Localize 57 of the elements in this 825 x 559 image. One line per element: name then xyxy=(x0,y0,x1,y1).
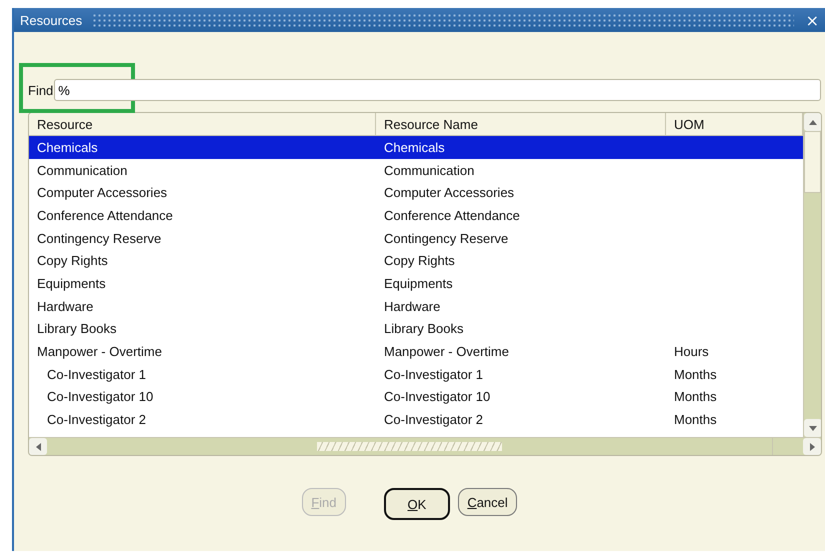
table-cell-text: Months xyxy=(673,412,718,428)
table-cell-text: Library Books xyxy=(36,321,118,336)
table-cell-text: Co-Investigator 10 xyxy=(46,389,154,404)
table-cell-text: Equipments xyxy=(383,276,454,291)
find-field[interactable]: % xyxy=(54,79,821,101)
table-cell-text: Chemicals xyxy=(36,140,99,155)
table-cell-text: Copy Rights xyxy=(36,253,109,268)
table-cell-text: Computer Accessories xyxy=(36,185,168,200)
table-row[interactable]: Manpower - Overtime Manpower - Overtime Hours xyxy=(29,340,803,363)
table-cell-text: Manpower - Overtime xyxy=(383,344,510,360)
scroll-down-icon[interactable] xyxy=(809,426,817,430)
table-row[interactable]: Equipments Equipments xyxy=(29,272,803,295)
table-row[interactable]: Conference Attendance Conference Attendance xyxy=(29,204,803,227)
scroll-left-icon[interactable] xyxy=(36,442,40,450)
table-row[interactable]: Co-Investigator 10 Co-Investigator 10 Months xyxy=(29,386,803,408)
close-button[interactable]: × xyxy=(804,10,821,30)
table-row[interactable]: Chemicals Chemicals xyxy=(29,136,803,159)
table-cell-text: Months xyxy=(673,389,718,404)
table-row[interactable]: Copy Rights Copy Rights xyxy=(29,249,803,272)
column-header[interactable]: Resource Name xyxy=(376,113,666,135)
scroll-right-icon[interactable] xyxy=(810,442,814,450)
window-title: Resources xyxy=(20,12,82,28)
table-cell-text: Co-Investigator 2 xyxy=(383,412,484,428)
table-cell-text: Co-Investigator 2 xyxy=(46,412,147,428)
table-cell-text: Conference Attendance xyxy=(36,208,174,223)
table-cell-text: Hardware xyxy=(383,298,442,314)
table-cell-text: Communication xyxy=(36,162,128,178)
table-cell-text: Co-Investigator 1 xyxy=(46,366,147,382)
table-cell-text: Chemicals xyxy=(383,140,446,155)
table-row[interactable]: Co-Investigator 1 Co-Investigator 1 Months xyxy=(29,362,803,386)
table-cell-text: Communication xyxy=(383,162,476,178)
table-cell-text: Conference Attendance xyxy=(383,208,521,223)
table-cell-text: Contingency Reserve xyxy=(36,230,162,246)
table-row[interactable]: Contingency Reserve Contingency Reserve xyxy=(29,226,803,250)
table-cell-text: Hardware xyxy=(36,298,94,314)
dialog-button[interactable]: Cancel xyxy=(458,488,517,516)
scroll-thumb[interactable] xyxy=(804,131,821,193)
find-label: Find xyxy=(28,82,54,98)
table-cell-text: Equipments xyxy=(36,276,107,291)
table-cell-text: Copy Rights xyxy=(383,253,456,268)
table-cell-text: Computer Accessories xyxy=(383,185,516,200)
dialog-button[interactable]: OK xyxy=(384,488,450,520)
table-row[interactable]: Hardware Hardware xyxy=(29,294,803,318)
table-row[interactable]: Co-Investigator 2 Co-Investigator 2 Months xyxy=(29,408,803,431)
scroll-up-icon[interactable] xyxy=(809,120,817,124)
table-cell-text: Co-Investigator 10 xyxy=(383,389,492,404)
column-header[interactable]: Resource xyxy=(29,113,376,135)
table-cell-text: Months xyxy=(673,366,718,382)
table-cell-text: Contingency Reserve xyxy=(383,230,510,246)
table-cell-text: Library Books xyxy=(383,321,464,336)
table-cell-text: Co-Investigator 1 xyxy=(383,366,484,382)
table-row[interactable]: Communication Communication xyxy=(29,158,803,182)
table-row[interactable]: Computer Accessories Computer Accessories xyxy=(29,181,803,204)
table-row[interactable]: Library Books Library Books xyxy=(29,318,803,340)
vertical-scrollbar[interactable] xyxy=(803,113,821,437)
table-cell-text: Hours xyxy=(673,344,710,360)
table-cell-text: Manpower - Overtime xyxy=(36,344,163,360)
